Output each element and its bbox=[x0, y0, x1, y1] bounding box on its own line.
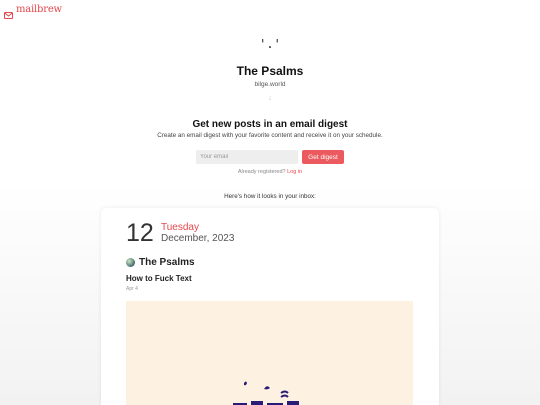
post-date: Apr 4 bbox=[126, 286, 138, 292]
brand-name: mailbrew bbox=[16, 4, 62, 15]
site-domain: bilge.world bbox=[254, 81, 286, 88]
envelope-icon bbox=[4, 6, 13, 19]
inbox-preview-label: Here's how it looks in your inbox: bbox=[224, 193, 316, 200]
login-prompt: Already registered? Log in bbox=[0, 169, 540, 175]
arrow-down-icon: ↓ bbox=[268, 95, 272, 102]
date-weekday: Tuesday bbox=[161, 222, 199, 233]
post-image[interactable] bbox=[126, 301, 413, 405]
email-preview-card: 12 Tuesday December, 2023 The Psalms How… bbox=[101, 208, 439, 405]
date-month: December, 2023 bbox=[161, 233, 235, 244]
post-title[interactable]: How to Fuck Text bbox=[126, 274, 192, 283]
source-header: The Psalms bbox=[126, 257, 195, 268]
top-bar: mailbrew bbox=[0, 0, 540, 20]
globe-icon bbox=[126, 258, 135, 267]
already-registered-text: Already registered? bbox=[237, 169, 286, 175]
post-image-glyph bbox=[233, 381, 299, 405]
login-link[interactable]: Log in bbox=[287, 169, 302, 175]
digest-description: Create an email digest with your favorit… bbox=[157, 132, 383, 139]
mailbrew-logo[interactable]: mailbrew bbox=[4, 4, 62, 19]
get-digest-button[interactable]: Get digest bbox=[302, 150, 344, 164]
date-day: 12 bbox=[126, 219, 154, 247]
email-input[interactable] bbox=[196, 150, 298, 164]
avatar: '.' bbox=[259, 37, 281, 51]
digest-heading: Get new posts in an email digest bbox=[192, 119, 348, 130]
source-name: The Psalms bbox=[139, 257, 195, 268]
page-title: The Psalms bbox=[236, 64, 304, 78]
